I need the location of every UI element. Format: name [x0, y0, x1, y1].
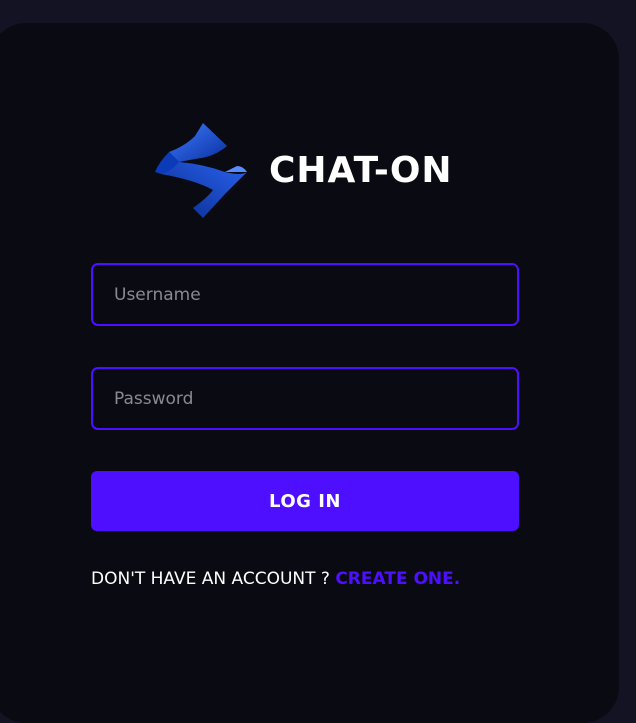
brand-name: CHAT-ON — [269, 149, 453, 191]
password-input[interactable] — [91, 367, 519, 430]
create-account-link[interactable]: CREATE ONE. — [335, 569, 460, 589]
folded-ribbon-logo-icon — [155, 123, 247, 218]
login-button[interactable]: LOG IN — [91, 471, 519, 531]
username-input[interactable] — [91, 263, 519, 326]
signup-prompt: DON'T HAVE AN ACCOUNT ? CREATE ONE. — [91, 568, 531, 590]
brand-header: CHAT-ON — [155, 122, 453, 219]
signup-prompt-text: DON'T HAVE AN ACCOUNT ? — [91, 569, 336, 589]
